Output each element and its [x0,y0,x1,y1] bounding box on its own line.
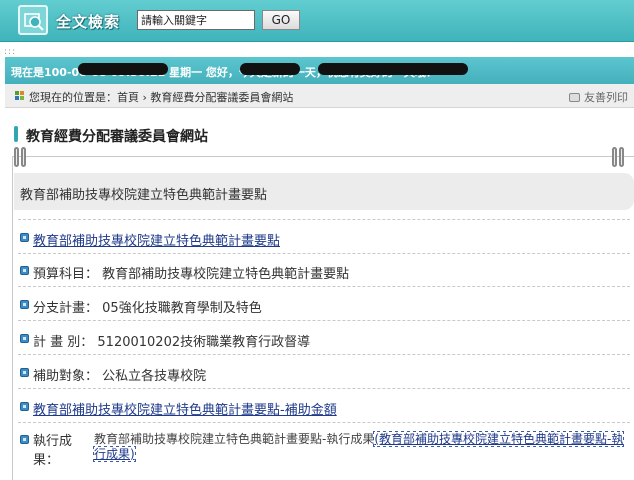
go-button[interactable]: GO [262,10,300,30]
breadcrumb-separator: › [142,91,147,104]
field-value: 5120010202技術職業教育行政督導 [97,335,311,350]
row-divider [18,253,630,254]
row-divider [18,320,630,321]
bullet-icon [20,435,29,444]
bullet-icon [20,402,29,411]
bullet-icon [20,300,29,309]
redaction-mark [318,63,468,75]
field-label: 分支計畫： [33,301,99,316]
field-label: 計 畫 別： [33,335,94,350]
bullet-icon [20,266,29,275]
binder-ring-icon [612,145,626,171]
breadcrumb-home-link[interactable]: 首頁 [117,91,139,104]
divider-dots: ::: [4,47,17,57]
regulation-link[interactable]: 教育部補助技專校院建立特色典範計畫要點 [33,230,280,249]
field-label: 執行成果： [33,434,73,468]
breadcrumb-prefix: 您現在的位置是： [29,91,117,104]
field-label: 補助對象： [33,369,99,384]
grid-icon [15,91,25,101]
binder-ring-icon [14,145,28,171]
heading-accent [14,126,18,142]
printer-icon [569,93,580,102]
section-header: 教育部補助技專校院建立特色典範計畫要點 [14,173,634,210]
section-title: 教育部補助技專校院建立特色典範計畫要點 [20,188,268,203]
field-value: 教育部補助技專校院建立特色典範計畫要點 [102,267,350,282]
redaction-mark [240,63,300,75]
bullet-icon [20,368,29,377]
breadcrumb-current: 教育經費分配審議委員會網站 [150,91,294,104]
field-row: 預算科目： 教育部補助技專校院建立特色典範計畫要點 [33,263,349,282]
result-description: 教育部補助技專校院建立特色典範計畫要點-執行成果 [94,432,375,446]
bullet-icon [20,334,29,343]
redaction-mark [78,63,168,75]
field-label: 預算科目： [33,267,99,282]
row-divider [18,388,630,389]
print-label: 友善列印 [584,91,628,104]
row-divider [18,422,630,423]
search-logo-icon [18,5,48,35]
search-input[interactable] [137,10,255,30]
row-divider [18,354,630,355]
list-item: 執行成果： 教育部補助技專校院建立特色典範計畫要點-執行成果(教育部補助技專校院… [18,431,632,472]
search-title: 全文檢索 [56,13,121,31]
field-row: 補助對象： 公私立各技專校院 [33,365,206,384]
print-button[interactable]: 友善列印 [569,89,628,105]
row-divider [18,286,630,287]
field-row: 計 畫 別： 5120010202技術職業教育行政督導 [33,331,310,350]
field-value: 05強化技職教育學制及特色 [102,301,262,316]
row-divider [18,219,630,220]
result-text: 教育部補助技專校院建立特色典範計畫要點-執行成果(教育部補助技專校院建立特色典範… [92,431,632,462]
search-bar: 全文檢索 GO [0,0,634,42]
page-title: 教育經費分配審議委員會網站 [26,129,208,145]
breadcrumb-bar: 您現在的位置是：首頁 › 教育經費分配審議委員會網站 友善列印 [5,84,634,108]
field-row: 分支計畫： 05強化技職教育學制及特色 [33,297,262,316]
field-value: 公私立各技專校院 [102,369,207,384]
subsidy-amount-link[interactable]: 教育部補助技專校院建立特色典範計畫要點-補助金額 [33,399,337,418]
bullet-icon [20,233,29,242]
breadcrumb: 您現在的位置是：首頁 › 教育經費分配審議委員會網站 [29,89,293,105]
